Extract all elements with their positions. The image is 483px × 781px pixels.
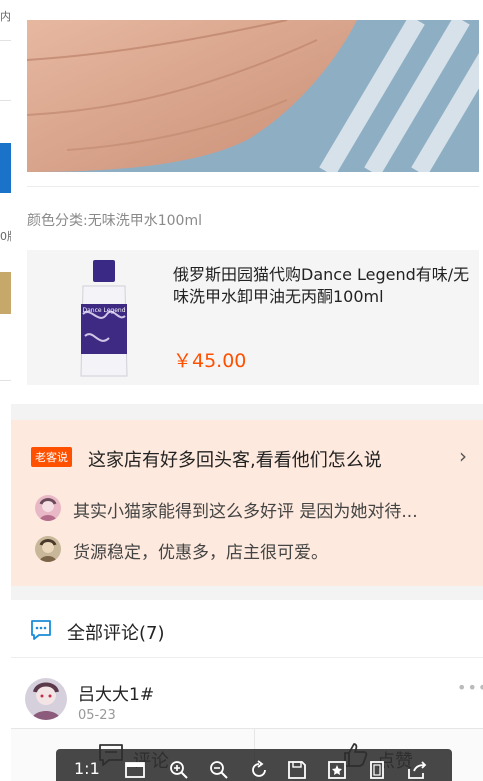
comment-bubble-icon bbox=[29, 618, 53, 646]
old-customer-badge: 老客说 bbox=[31, 447, 72, 467]
section-gap bbox=[11, 586, 483, 600]
zoom-out-icon[interactable] bbox=[208, 759, 230, 781]
background-blue-block bbox=[0, 143, 11, 193]
all-comments-label: 全部评论(7) bbox=[67, 623, 165, 644]
bottle-brand-text: Dance Legend bbox=[82, 307, 125, 314]
product-title[interactable]: 俄罗斯田园猫代购Dance Legend有味/无味洗甲水卸甲油无丙酮100ml bbox=[173, 264, 473, 308]
returning-review-text: 其实小猫家能得到这么多好评 是因为她对待... bbox=[73, 502, 418, 522]
comment-item[interactable]: 吕大大1# 05-23 ••• bbox=[11, 658, 483, 728]
actual-size-button[interactable]: 1:1 bbox=[74, 759, 100, 778]
returning-customers-headline[interactable]: 这家店有好多回头客,看看他们怎么说 bbox=[88, 446, 382, 472]
more-options-icon[interactable]: ••• bbox=[457, 678, 483, 697]
save-icon[interactable] bbox=[286, 759, 308, 781]
copy-icon[interactable] bbox=[366, 759, 388, 781]
favorite-icon[interactable] bbox=[326, 759, 348, 781]
section-divider bbox=[27, 186, 479, 187]
avatar bbox=[35, 495, 61, 521]
rotate-icon[interactable] bbox=[248, 759, 270, 781]
returning-review-text: 货源稳定，优惠多，店主很可爱。 bbox=[73, 543, 328, 563]
returning-review-item[interactable]: 货源稳定，优惠多，店主很可爱。 bbox=[35, 536, 475, 564]
all-comments-header[interactable]: 全部评论(7) bbox=[11, 600, 483, 658]
image-viewer-toolbar: 1:1 bbox=[56, 749, 452, 781]
product-thumbnail: Dance Legend bbox=[47, 256, 167, 380]
product-card[interactable]: Dance Legend 俄罗斯田园猫代购Dance Legend有味/无味洗甲… bbox=[27, 250, 479, 385]
section-gap bbox=[11, 404, 483, 420]
sku-color-label: 颜色分类:无味洗甲水100ml bbox=[27, 213, 202, 229]
review-photo[interactable] bbox=[27, 20, 479, 172]
chevron-right-icon[interactable]: › bbox=[459, 444, 467, 468]
avatar[interactable] bbox=[25, 678, 67, 720]
product-price: ￥45.00 bbox=[173, 350, 247, 372]
commenter-name[interactable]: 吕大大1# bbox=[78, 680, 154, 705]
returning-review-item[interactable]: 其实小猫家能得到这么多好评 是因为她对待... bbox=[35, 495, 475, 523]
zoom-in-icon[interactable] bbox=[168, 759, 190, 781]
fit-window-icon[interactable] bbox=[124, 759, 146, 781]
background-tan-block bbox=[0, 272, 11, 314]
avatar bbox=[35, 536, 61, 562]
review-detail-card: 颜色分类:无味洗甲水100ml Dance Legend 俄罗斯田园猫代购Dan… bbox=[11, 0, 483, 781]
comment-date: 05-23 bbox=[78, 708, 116, 723]
returning-customers-section[interactable]: 老客说 这家店有好多回头客,看看他们怎么说 › 其实小猫家能得到这么多好评 是因… bbox=[11, 420, 483, 586]
share-icon[interactable] bbox=[406, 759, 428, 781]
